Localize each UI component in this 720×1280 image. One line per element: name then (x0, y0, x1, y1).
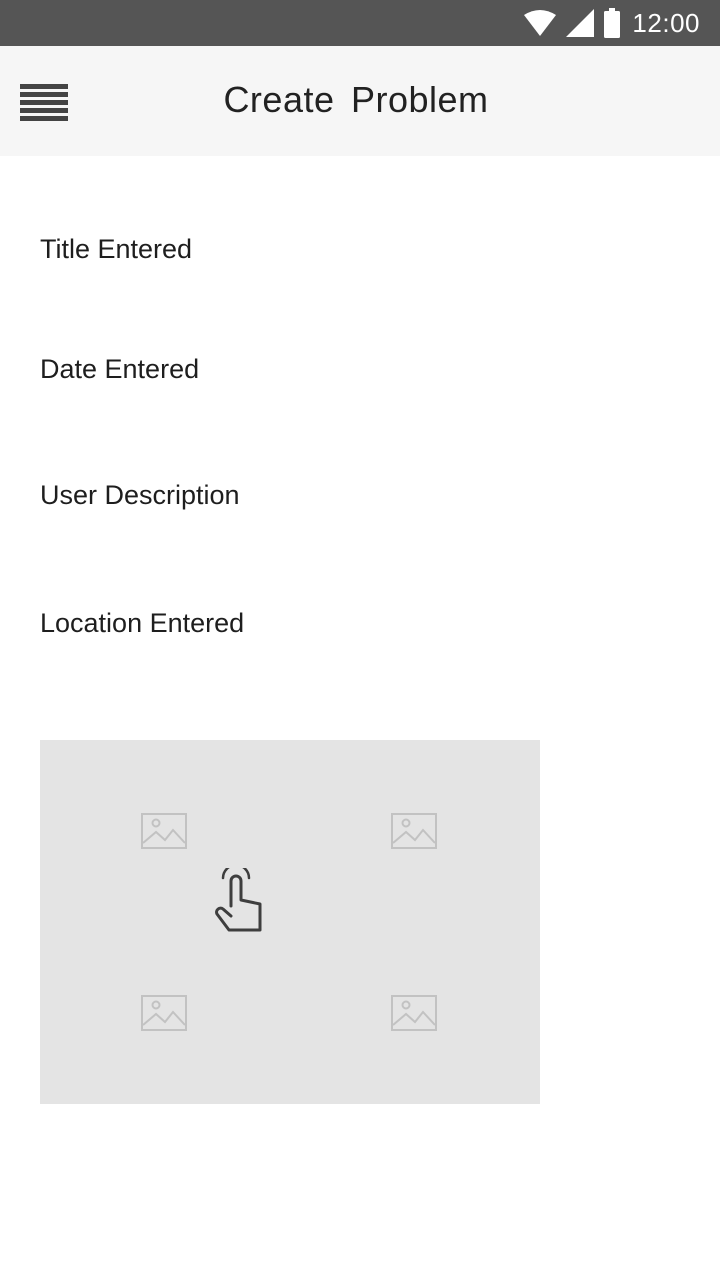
status-bar: 12:00 (0, 0, 720, 46)
description-field[interactable]: User Description (40, 480, 240, 511)
image-placeholder-icon (391, 813, 437, 849)
date-field[interactable]: Date Entered (40, 354, 199, 385)
wifi-icon (524, 10, 557, 36)
page-title: Create Problem (223, 79, 489, 120)
image-placeholder-icon (141, 813, 187, 849)
app-bar: Create Problem (0, 46, 720, 156)
status-clock: 12:00 (632, 7, 700, 38)
tap-hand-icon (215, 868, 262, 932)
battery-icon (604, 8, 621, 38)
signal-icon (566, 9, 595, 37)
image-placeholder-icon (141, 995, 187, 1031)
create-problem-screen: 12:00 Create Problem Title Entered Date … (0, 0, 720, 1280)
image-placeholder-icon (391, 995, 437, 1031)
title-field[interactable]: Title Entered (40, 234, 192, 265)
image-gallery[interactable] (40, 740, 540, 1104)
location-field[interactable]: Location Entered (40, 608, 244, 639)
hamburger-menu-icon[interactable] (20, 84, 68, 124)
